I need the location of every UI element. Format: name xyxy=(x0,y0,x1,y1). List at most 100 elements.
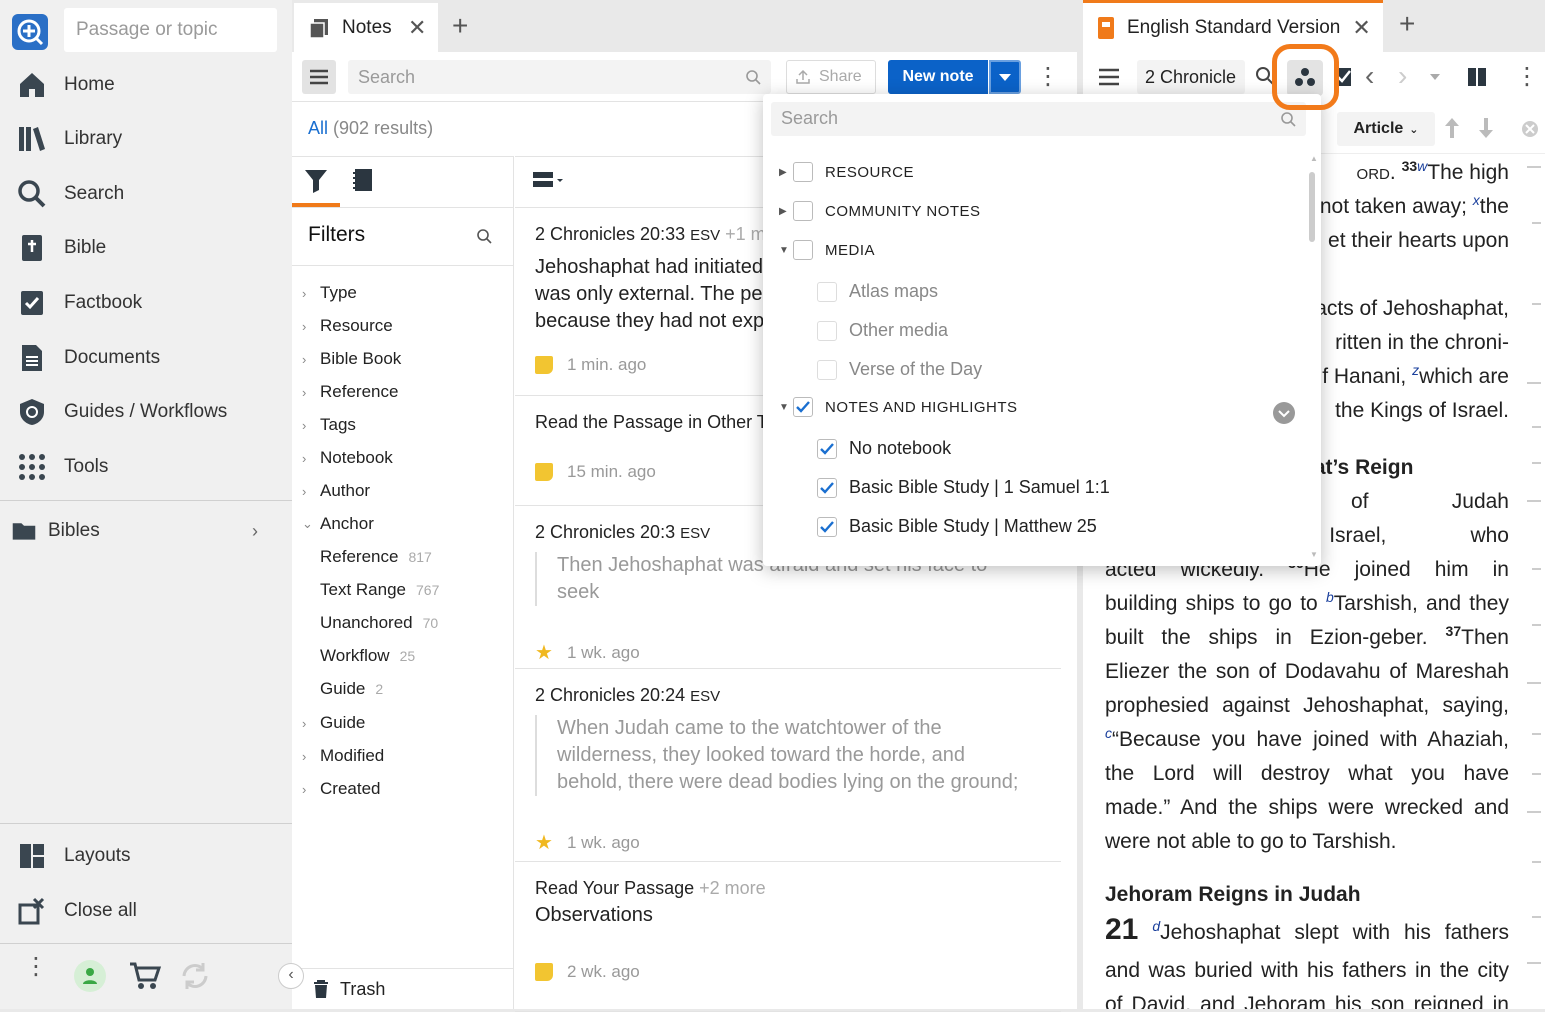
filter-option-resource[interactable]: ▶ RESOURCE xyxy=(779,162,914,182)
add-tab-button[interactable]: + xyxy=(1399,8,1415,40)
filter-resource[interactable]: › Resource xyxy=(302,316,393,336)
nav-home[interactable]: Home xyxy=(0,60,292,110)
filter-modified[interactable]: › Modified xyxy=(302,746,384,766)
filter-tags[interactable]: › Tags xyxy=(302,415,356,435)
checkbox[interactable] xyxy=(817,516,837,537)
article-dropdown[interactable]: Article ⌄ xyxy=(1337,112,1435,146)
filter-anchor[interactable]: ⌄ Anchor xyxy=(302,514,374,534)
triangle-right-icon[interactable]: ▶ xyxy=(779,167,793,178)
hamburger-icon[interactable] xyxy=(1097,66,1121,88)
filter-type[interactable]: › Type xyxy=(302,283,357,303)
nav-documents[interactable]: Documents xyxy=(0,333,292,383)
nav-bible[interactable]: Bible xyxy=(0,223,292,273)
tab-filters[interactable] xyxy=(292,157,340,207)
passage-input[interactable]: Passage or topic xyxy=(64,8,277,52)
row-options-button[interactable] xyxy=(1273,402,1295,424)
anchor-option[interactable]: Unanchored 70 xyxy=(320,613,438,633)
checkbox[interactable] xyxy=(817,359,837,380)
forward-chevron-icon[interactable]: › xyxy=(1398,60,1407,92)
scroll-ruler[interactable] xyxy=(1523,156,1545,1009)
filter-option-atlas-maps[interactable]: Atlas maps xyxy=(817,281,938,302)
scroll-up-icon[interactable]: ▲ xyxy=(1310,154,1318,163)
logos-logo-icon[interactable] xyxy=(12,14,48,50)
notes-search-input[interactable]: Search xyxy=(348,60,771,94)
checkbox[interactable] xyxy=(793,162,813,182)
tab-notebooks[interactable] xyxy=(340,157,388,207)
search-icon[interactable] xyxy=(477,229,492,244)
view-mode-button[interactable] xyxy=(531,169,567,195)
collapse-sidebar-button[interactable]: ‹ xyxy=(278,963,304,989)
filter-reference[interactable]: › Reference xyxy=(302,382,398,402)
clear-icon[interactable] xyxy=(1521,120,1539,138)
filter-option-media[interactable]: ▼ MEDIA xyxy=(779,240,875,260)
sync-icon[interactable] xyxy=(178,960,212,992)
parallel-icon[interactable] xyxy=(1466,66,1488,88)
share-button[interactable]: Share xyxy=(786,60,876,94)
footnote-marker[interactable]: c xyxy=(1105,725,1112,741)
close-icon[interactable]: ✕ xyxy=(408,15,426,41)
checkbox[interactable] xyxy=(817,477,837,498)
add-tab-button[interactable]: + xyxy=(452,0,468,52)
dropdown-search-input[interactable]: Search xyxy=(771,102,1306,136)
arrow-down-icon[interactable] xyxy=(1477,116,1495,140)
more-vertical-icon[interactable]: ⋮ xyxy=(24,955,48,979)
filter-option-community-notes[interactable]: ▶ COMMUNITY NOTES xyxy=(779,201,981,221)
results-all-link[interactable]: All xyxy=(308,118,328,138)
menu-button[interactable] xyxy=(302,60,336,94)
arrow-up-icon[interactable] xyxy=(1443,116,1461,140)
new-note-button[interactable]: New note xyxy=(888,60,988,94)
nav-layouts[interactable]: Layouts xyxy=(0,831,292,881)
anchor-option[interactable]: Reference 817 xyxy=(320,547,432,567)
close-icon[interactable]: ✕ xyxy=(1352,15,1370,41)
checkbox[interactable] xyxy=(793,240,813,260)
note-item[interactable]: 2 Chronicles 20:24 ESV When Judah came t… xyxy=(515,669,1061,862)
filter-option-other-media[interactable]: Other media xyxy=(817,320,948,341)
nav-guides[interactable]: Guides / Workflows xyxy=(0,387,292,437)
filter-option-no-notebook[interactable]: No notebook xyxy=(817,438,951,459)
dropdown-scrollbar[interactable]: ▲ ▼ xyxy=(1308,154,1318,562)
filter-option-notes-and-highlights[interactable]: ▼ NOTES AND HIGHLIGHTS xyxy=(779,397,1018,417)
nav-close-all[interactable]: Close all xyxy=(0,886,292,936)
cart-icon[interactable] xyxy=(128,960,162,992)
filter-option-verse-of-the-day[interactable]: Verse of the Day xyxy=(817,359,982,380)
filter-bible-book[interactable]: › Bible Book xyxy=(302,349,401,369)
filter-guide[interactable]: › Guide xyxy=(302,713,365,733)
checkbox[interactable] xyxy=(793,397,813,417)
filter-notebook[interactable]: › Notebook xyxy=(302,448,393,468)
footnote-marker[interactable]: d xyxy=(1152,918,1160,934)
filter-option-basic-bible-study-1-samuel-1-1[interactable]: Basic Bible Study | 1 Samuel 1:1 xyxy=(817,477,1110,498)
avatar[interactable] xyxy=(74,960,106,992)
caret-down-icon[interactable] xyxy=(1429,72,1441,82)
triangle-right-icon[interactable]: ▶ xyxy=(779,206,793,217)
nav-library[interactable]: Library xyxy=(0,114,292,164)
anchor-option[interactable]: Workflow 25 xyxy=(320,646,415,666)
footnote-marker[interactable]: b xyxy=(1326,589,1334,605)
checkbox[interactable] xyxy=(817,438,837,459)
reference-box[interactable]: 2 Chronicle xyxy=(1137,60,1245,94)
checkbox[interactable] xyxy=(793,201,813,221)
filter-author[interactable]: › Author xyxy=(302,481,370,501)
checkbox[interactable] xyxy=(817,281,837,302)
more-vertical-icon[interactable]: ⋮ xyxy=(1515,62,1539,92)
anchor-option[interactable]: Guide 2 xyxy=(320,679,383,699)
checkbox[interactable] xyxy=(817,320,837,341)
scroll-thumb[interactable] xyxy=(1309,172,1315,242)
filter-option-basic-bible-study-matthew-25[interactable]: Basic Bible Study | Matthew 25 xyxy=(817,516,1097,537)
back-chevron-icon[interactable]: ‹ xyxy=(1365,60,1374,92)
scroll-down-icon[interactable]: ▼ xyxy=(1310,550,1318,559)
filter-created[interactable]: › Created xyxy=(302,779,380,799)
footnote-marker[interactable]: x xyxy=(1473,192,1480,208)
trash-button[interactable]: Trash xyxy=(292,968,514,1009)
nav-tools[interactable]: Tools xyxy=(0,442,292,492)
note-item[interactable]: Read Your Passage +2 more Observations 2 w… xyxy=(515,862,1061,1012)
triangle-down-icon[interactable]: ▼ xyxy=(779,245,793,256)
triangle-down-icon[interactable]: ▼ xyxy=(779,402,793,413)
nav-search[interactable]: Search xyxy=(0,169,292,219)
more-vertical-icon[interactable]: ⋮ xyxy=(1036,62,1060,92)
nav-factbook[interactable]: Factbook xyxy=(0,278,292,328)
nav-bibles[interactable]: Bibles › xyxy=(0,506,292,556)
footnote-marker[interactable]: w xyxy=(1417,158,1427,174)
anchor-option[interactable]: Text Range 767 xyxy=(320,580,439,600)
new-note-dropdown-button[interactable] xyxy=(989,60,1021,94)
tab-notes[interactable]: Notes ✕ xyxy=(294,0,438,52)
